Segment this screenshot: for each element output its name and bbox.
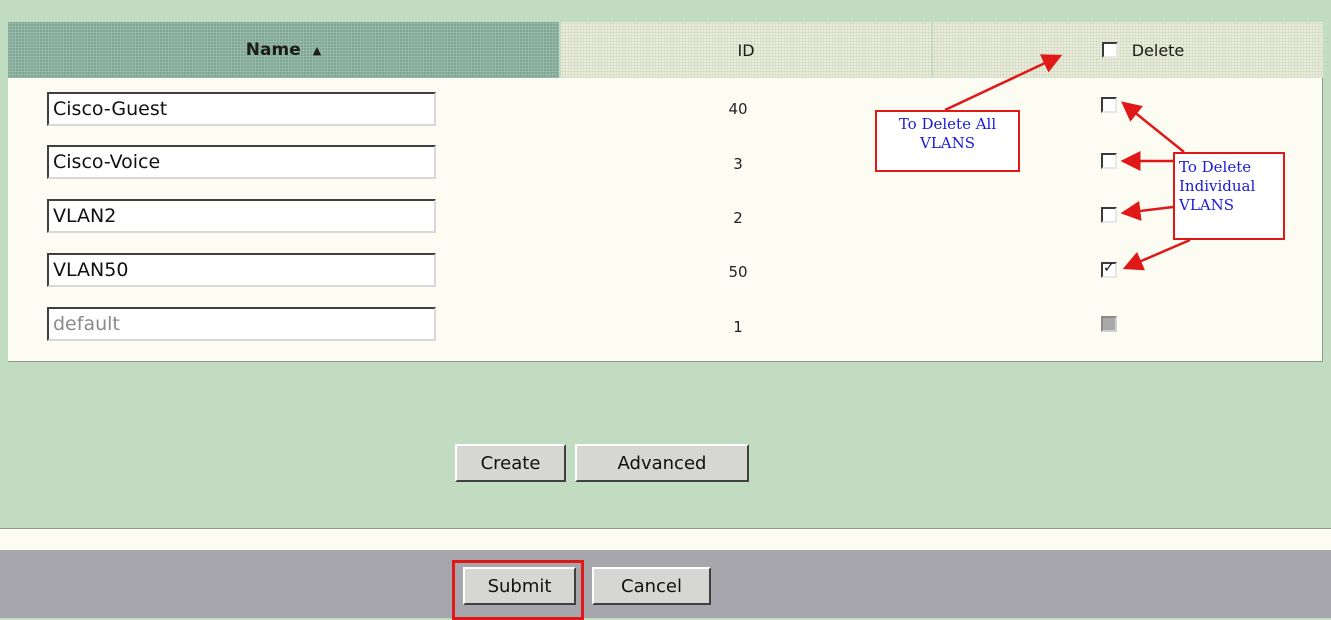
vlan-id-value: 2 — [733, 209, 743, 227]
delete-row-checkbox-checked[interactable]: ✓ — [1101, 260, 1117, 278]
column-header-delete: Delete — [933, 22, 1323, 78]
delete-individual-callout-line3: VLANS — [1179, 196, 1235, 214]
delete-row-checkbox[interactable] — [1101, 153, 1117, 169]
vlan-id-value: 50 — [728, 263, 748, 281]
vlan-id-value: 40 — [728, 100, 748, 118]
vlan-name-input[interactable] — [47, 92, 436, 126]
vlan-table-body: 40 3 2 50 1 — [8, 78, 1323, 362]
delete-all-callout-line2: VLANS — [919, 134, 976, 152]
delete-individual-callout-line2: Individual — [1179, 177, 1256, 195]
delete-all-callout: To Delete All VLANS — [875, 110, 1020, 172]
delete-row-checkbox[interactable] — [1101, 207, 1117, 223]
separator-bar — [0, 528, 1331, 551]
vlan-name-input[interactable] — [47, 145, 436, 179]
column-header-delete-label: Delete — [1131, 40, 1185, 60]
vlan-id-value: 1 — [733, 318, 743, 336]
sort-ascending-icon: ▲ — [312, 43, 322, 57]
vlan-name-input-disabled — [47, 307, 436, 341]
vlan-name-input[interactable] — [47, 253, 436, 287]
cancel-button[interactable]: Cancel — [592, 567, 711, 605]
vlan-id-value: 3 — [733, 155, 743, 173]
checkmark-icon: ✓ — [1103, 260, 1115, 276]
vlan-name-input[interactable] — [47, 199, 436, 233]
column-header-name-label: Name — [245, 40, 301, 60]
delete-individual-callout: To Delete Individual VLANS — [1173, 152, 1285, 240]
submit-highlight-box — [452, 560, 584, 620]
delete-all-callout-line1: To Delete All — [898, 115, 997, 133]
delete-all-checkbox[interactable] — [1101, 42, 1118, 58]
advanced-button[interactable]: Advanced — [575, 444, 749, 482]
delete-row-checkbox-disabled — [1101, 316, 1117, 332]
column-header-id-label: ID — [737, 40, 755, 60]
column-header-name[interactable]: Name ▲ — [8, 22, 559, 78]
column-header-id[interactable]: ID — [561, 22, 931, 78]
create-button[interactable]: Create — [455, 444, 566, 482]
delete-row-checkbox[interactable] — [1101, 97, 1117, 113]
delete-individual-callout-line1: To Delete — [1179, 158, 1252, 176]
